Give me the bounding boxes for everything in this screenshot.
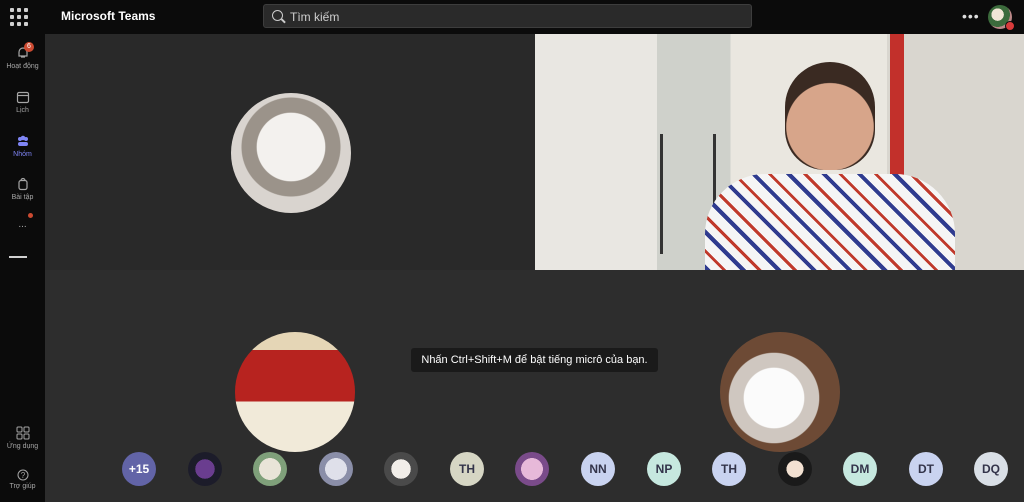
notification-badge: 6 xyxy=(24,42,34,52)
rail-item-apps[interactable]: Ứng dụng xyxy=(0,426,45,450)
participant-avatar[interactable]: NN xyxy=(581,452,615,486)
rail-item-label: Trợ giúp xyxy=(9,483,36,490)
participant-avatar[interactable] xyxy=(515,452,549,486)
participant-avatar xyxy=(720,332,840,452)
mute-tooltip: Nhấn Ctrl+Shift+M để bật tiếng micrô của… xyxy=(411,348,658,372)
participant-video-tile[interactable] xyxy=(535,34,1024,270)
backpack-icon xyxy=(17,177,28,191)
search-input[interactable] xyxy=(288,7,732,27)
participant-avatar xyxy=(235,332,355,452)
participant-avatar[interactable]: TH xyxy=(712,452,746,486)
more-icon: ... xyxy=(18,219,27,230)
more-participants-button[interactable]: +15 xyxy=(122,452,156,486)
participant-avatar[interactable] xyxy=(384,452,418,486)
presence-status-icon xyxy=(1005,21,1015,31)
rail-item-label: Ứng dụng xyxy=(6,443,39,450)
rail-item-label: Nhóm xyxy=(13,151,32,158)
participant-avatar[interactable]: NP xyxy=(647,452,681,486)
title-bar: Microsoft Teams ••• xyxy=(0,0,1024,34)
svg-text:?: ? xyxy=(20,471,25,480)
search-icon xyxy=(272,10,283,21)
video-detail xyxy=(705,174,955,270)
app-launcher-icon[interactable] xyxy=(10,8,28,26)
rail-item-label: Bài tập xyxy=(11,194,34,201)
rail-item-assignments[interactable]: Bài tập xyxy=(0,177,45,201)
participant-avatar[interactable] xyxy=(319,452,353,486)
participant-avatar[interactable]: DT xyxy=(909,452,943,486)
help-icon: ? xyxy=(17,469,28,481)
rail-item-calendar[interactable]: Lịch xyxy=(0,90,45,114)
rail-item-help[interactable]: ? Trợ giúp xyxy=(0,469,45,490)
apps-icon xyxy=(16,426,29,440)
participant-avatar xyxy=(231,93,351,213)
rail-item-teams[interactable]: Nhóm xyxy=(0,134,45,158)
calendar-icon xyxy=(16,91,29,104)
participant-avatar[interactable]: DM xyxy=(843,452,877,486)
participant-avatar[interactable] xyxy=(253,452,287,486)
rail-item-activity[interactable]: 6 Hoạt động xyxy=(0,42,45,70)
participant-tile[interactable] xyxy=(45,34,535,270)
app-title: Microsoft Teams xyxy=(61,9,156,23)
more-options-icon[interactable]: ••• xyxy=(962,8,980,24)
participant-avatar[interactable] xyxy=(778,452,812,486)
participant-avatar[interactable]: TH xyxy=(450,452,484,486)
rail-divider xyxy=(9,256,27,258)
participant-avatar[interactable] xyxy=(188,452,222,486)
participant-avatar[interactable]: DQ xyxy=(974,452,1008,486)
rail-item-label: Lịch xyxy=(16,107,29,114)
notification-dot xyxy=(28,213,33,218)
rail-item-label: Hoạt động xyxy=(6,63,39,70)
search-box[interactable] xyxy=(263,4,752,28)
teams-icon xyxy=(17,135,28,146)
video-detail xyxy=(785,62,875,170)
rail-item-more[interactable]: ... xyxy=(0,213,45,230)
